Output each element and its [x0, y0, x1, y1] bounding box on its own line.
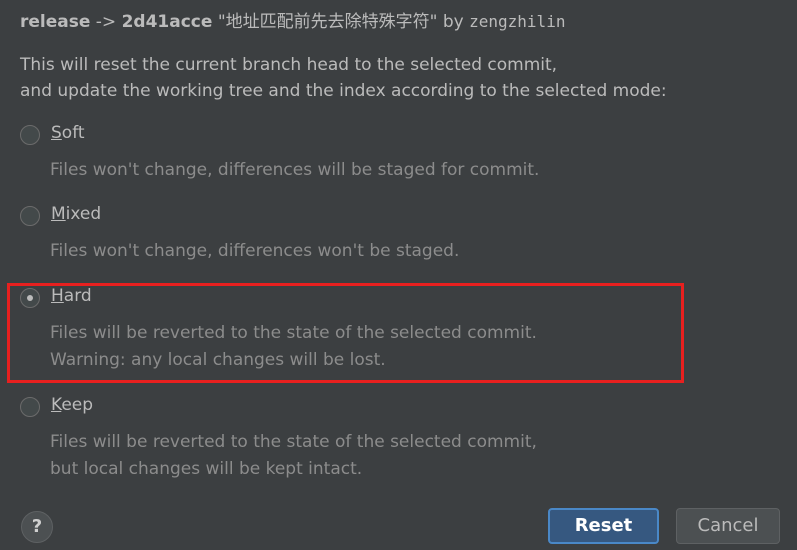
option-hard-help-line-1: Files will be reverted to the state of t…	[50, 323, 537, 343]
description-line-1: This will reset the current branch head …	[20, 55, 558, 75]
option-mixed-label[interactable]: Mixed	[51, 204, 101, 224]
description-line-2: and update the working tree and the inde…	[20, 81, 667, 101]
commit-author: zengzhilin	[469, 12, 566, 31]
option-keep-help-line-1: Files will be reverted to the state of t…	[50, 432, 537, 452]
cancel-button[interactable]: Cancel	[676, 508, 780, 544]
radio-selected-dot	[27, 295, 33, 301]
by-label: by	[442, 12, 464, 32]
radio-soft[interactable]	[20, 125, 40, 145]
option-soft-label[interactable]: Soft	[51, 123, 85, 143]
option-hard-label[interactable]: Hard	[51, 286, 92, 306]
commit-hash: 2d41acce	[121, 12, 213, 32]
arrow: ->	[95, 12, 117, 32]
branch-name: release	[20, 12, 91, 32]
reset-button[interactable]: Reset	[548, 508, 659, 544]
option-keep-help: Files will be reverted to the state of t…	[50, 429, 537, 483]
option-keep-help-line-2: but local changes will be kept intact.	[50, 459, 363, 479]
option-hard-help: Files will be reverted to the state of t…	[50, 320, 537, 374]
commit-message: "地址匹配前先去除特殊字符"	[217, 12, 438, 32]
option-hard-warning: Warning: any local changes will be lost.	[50, 350, 386, 370]
help-button[interactable]: ?	[21, 511, 53, 543]
dialog-header: release -> 2d41acce "地址匹配前先去除特殊字符" by ze…	[20, 7, 565, 32]
option-soft-help: Files won't change, differences will be …	[50, 160, 540, 180]
radio-keep[interactable]	[20, 397, 40, 417]
radio-hard[interactable]	[20, 288, 40, 308]
option-keep-label[interactable]: Keep	[51, 395, 93, 415]
option-mixed-help: Files won't change, differences won't be…	[50, 241, 460, 261]
radio-mixed[interactable]	[20, 206, 40, 226]
dialog-description: This will reset the current branch head …	[20, 52, 667, 104]
